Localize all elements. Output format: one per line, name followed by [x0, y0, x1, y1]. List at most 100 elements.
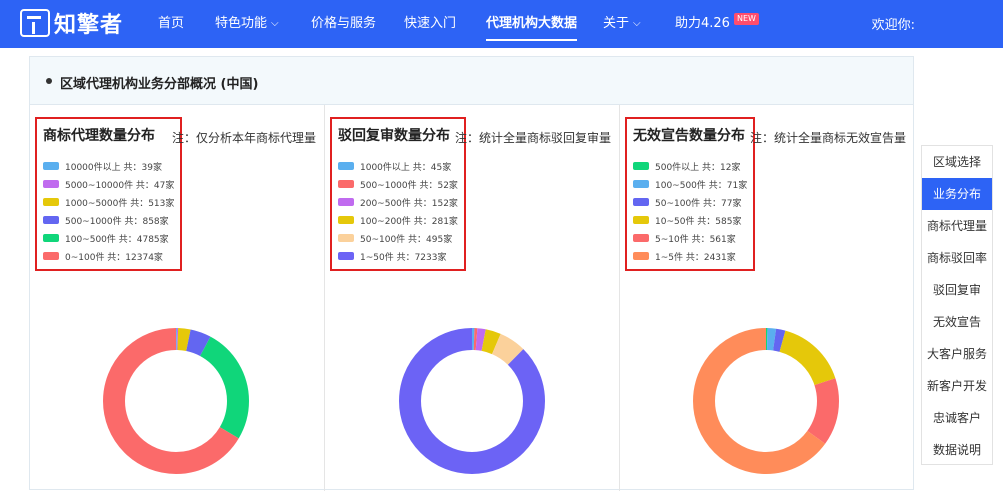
legend-label: 100~500件 共：71家	[655, 180, 748, 191]
legend-swatch	[633, 216, 649, 224]
sidebar-item[interactable]: 商标驳回率	[922, 242, 992, 274]
legend-swatch	[633, 234, 649, 242]
legend-label: 5~10件 共：561家	[655, 234, 736, 245]
legend-box: 驳回复审数量分布 1000件以上 共：45家 500~1000件 共：52家 200…	[330, 117, 466, 271]
legend-label: 0~100件 共：12374家	[65, 252, 163, 263]
donut-slice[interactable]	[399, 328, 545, 474]
nav-item-about[interactable]: 关于 ⌵	[603, 12, 641, 31]
chart-title: 商标代理数量分布	[43, 128, 155, 144]
donut-chart	[103, 328, 249, 474]
sidebar-item[interactable]: 商标代理量	[922, 210, 992, 242]
legend-item[interactable]: 10000件以上 共：39家	[43, 157, 174, 175]
legend-item[interactable]: 100~200件 共：281家	[338, 211, 458, 229]
chart-note: 注：仅分析本年商标代理量	[172, 131, 317, 145]
nav-label: 快速入门	[404, 16, 457, 31]
legend-item[interactable]: 1000~5000件 共：513家	[43, 193, 174, 211]
nav-item-campaign[interactable]: 助力4.26 NEW	[675, 12, 759, 31]
sidebar-item[interactable]: 新客户开发	[922, 370, 992, 402]
legend-box: 无效宣告数量分布 500件以上 共：12家 100~500件 共：71家 50~10…	[625, 117, 756, 271]
legend-item[interactable]: 100~500件 共：71家	[633, 175, 747, 193]
sidebar-item[interactable]: 数据说明	[922, 434, 992, 466]
legend-label: 1~50件 共：7233家	[360, 252, 447, 263]
trademark-agency-column: 商标代理数量分布 10000件以上 共：39家 5000~10000件 共：47家…	[30, 105, 325, 491]
legend-label: 50~100件 共：77家	[655, 198, 742, 209]
bullet-icon	[46, 78, 52, 84]
legend-swatch	[338, 216, 354, 224]
legend-swatch	[338, 198, 354, 206]
legend-swatch	[43, 162, 59, 170]
legend-swatch	[43, 216, 59, 224]
legend-label: 1~5件 共：2431家	[655, 252, 736, 263]
legend-label: 1000~5000件 共：513家	[65, 198, 175, 209]
chevron-down-icon: ⌵	[271, 18, 279, 29]
chart-title: 驳回复审数量分布	[338, 128, 450, 144]
logo-icon	[20, 9, 50, 37]
sidebar-item[interactable]: 区域选择	[922, 146, 992, 178]
new-badge: NEW	[733, 13, 759, 25]
legend-label: 5000~10000件 共：47家	[65, 180, 175, 191]
legend-swatch	[633, 252, 649, 260]
legend-item[interactable]: 5~10件 共：561家	[633, 229, 747, 247]
legend-item[interactable]: 1~50件 共：7233家	[338, 247, 458, 265]
legend-item[interactable]: 500~1000件 共：52家	[338, 175, 458, 193]
nav-item-pricing[interactable]: 价格与服务	[311, 12, 376, 31]
sidebar-item[interactable]: 忠诚客户	[922, 402, 992, 434]
rejection-review-column: 驳回复审数量分布 1000件以上 共：45家 500~1000件 共：52家 200…	[325, 105, 620, 491]
section-sidebar: 区域选择 业务分布 商标代理量 商标驳回率 驳回复审 无效宣告 大客户服务 新客户开发 忠诚客户…	[921, 145, 993, 465]
nav-label: 首页	[158, 16, 185, 31]
legend-swatch	[338, 252, 354, 260]
legend-item[interactable]: 100~500件 共：4785家	[43, 229, 174, 247]
brand-name: 知擎者	[54, 13, 124, 38]
chart-title: 无效宣告数量分布	[633, 128, 745, 144]
legend-item[interactable]: 50~100件 共：495家	[338, 229, 458, 247]
legend-swatch	[43, 234, 59, 242]
nav-label: 价格与服务	[311, 16, 377, 31]
legend-item[interactable]: 50~100件 共：77家	[633, 193, 747, 211]
welcome-text: 欢迎你:	[871, 18, 915, 33]
legend-item[interactable]: 200~500件 共：152家	[338, 193, 458, 211]
legend-label: 500~1000件 共：52家	[360, 180, 458, 191]
business-distribution-panel: 区域代理机构业务分部概况 (中国) 商标代理数量分布 10000件以上 共：39…	[29, 56, 914, 491]
nav-item-agency-data[interactable]: 代理机构大数据	[486, 12, 578, 41]
nav-label: 助力4.26	[675, 16, 730, 31]
chart-note: 注：统计全量商标驳回复审量	[455, 131, 612, 145]
nav-label: 代理机构大数据	[486, 16, 578, 31]
legend-swatch	[43, 180, 59, 188]
legend-item[interactable]: 1000件以上 共：45家	[338, 157, 458, 175]
nav-item-quickstart[interactable]: 快速入门	[404, 12, 456, 31]
legend-label: 100~500件 共：4785家	[65, 234, 169, 245]
chevron-down-icon: ⌵	[633, 18, 641, 29]
legend-swatch	[338, 180, 354, 188]
chart-note: 注：统计全量商标无效宣告量	[750, 131, 907, 145]
legend-label: 200~500件 共：152家	[360, 198, 458, 209]
nav-label: 关于	[603, 16, 630, 31]
legend-swatch	[338, 234, 354, 242]
chart-legend: 1000件以上 共：45家 500~1000件 共：52家 200~500件 共：1…	[338, 157, 458, 265]
legend-swatch	[338, 162, 354, 170]
legend-item[interactable]: 500~1000件 共：858家	[43, 211, 174, 229]
sidebar-item[interactable]: 无效宣告	[922, 306, 992, 338]
legend-item[interactable]: 10~50件 共：585家	[633, 211, 747, 229]
legend-item[interactable]: 1~5件 共：2431家	[633, 247, 747, 265]
legend-label: 10~50件 共：585家	[655, 216, 742, 227]
legend-swatch	[43, 198, 59, 206]
legend-label: 1000件以上 共：45家	[360, 162, 452, 173]
sidebar-item[interactable]: 大客户服务	[922, 338, 992, 370]
legend-item[interactable]: 5000~10000件 共：47家	[43, 175, 174, 193]
sidebar-item[interactable]: 驳回复审	[922, 274, 992, 306]
legend-item[interactable]: 500件以上 共：12家	[633, 157, 747, 175]
legend-label: 500~1000件 共：858家	[65, 216, 169, 227]
donut-chart	[399, 328, 545, 474]
legend-label: 10000件以上 共：39家	[65, 162, 162, 173]
nav-item-home[interactable]: 首页	[158, 12, 184, 31]
sidebar-item[interactable]: 业务分布	[922, 178, 992, 210]
nav-item-features[interactable]: 特色功能 ⌵	[215, 12, 279, 31]
donut-chart	[693, 328, 839, 474]
legend-swatch	[633, 198, 649, 206]
top-navigation-bar: 知擎者 首页 特色功能 ⌵ 价格与服务 快速入门 代理机构大数据 关于 ⌵ 助力4.…	[0, 0, 1003, 48]
brand-logo[interactable]: 知擎者	[20, 7, 123, 39]
legend-label: 50~100件 共：495家	[360, 234, 453, 245]
legend-item[interactable]: 0~100件 共：12374家	[43, 247, 174, 265]
legend-label: 100~200件 共：281家	[360, 216, 458, 227]
chart-legend: 500件以上 共：12家 100~500件 共：71家 50~100件 共：77家 1…	[633, 157, 747, 265]
